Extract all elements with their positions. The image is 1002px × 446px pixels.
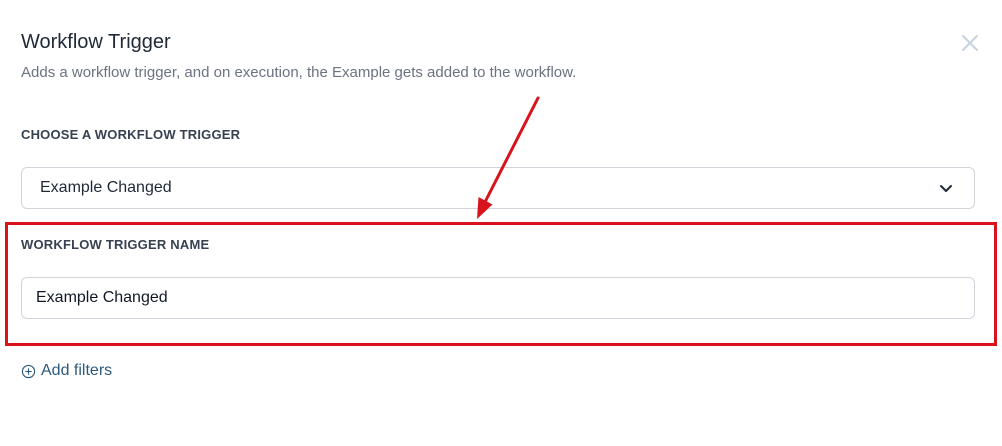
trigger-name-label: WORKFLOW TRIGGER NAME — [21, 237, 210, 252]
add-filters-label: Add filters — [41, 362, 113, 379]
trigger-select-value: Example Changed — [40, 179, 172, 196]
trigger-name-input[interactable] — [21, 277, 975, 319]
add-filters-link[interactable]: Add filters — [21, 362, 112, 380]
page-title: Workflow Trigger — [21, 31, 171, 53]
close-button[interactable] — [958, 31, 982, 55]
page-subtitle: Adds a workflow trigger, and on executio… — [21, 64, 577, 81]
plus-circle-icon — [21, 364, 36, 378]
workflow-trigger-panel: Workflow Trigger Adds a workflow trigger… — [0, 0, 1002, 446]
close-icon — [962, 35, 978, 51]
workflow-trigger-select[interactable]: Example Changed — [21, 167, 975, 209]
chevron-down-icon — [940, 185, 952, 192]
trigger-select-label: CHOOSE A WORKFLOW TRIGGER — [21, 127, 241, 142]
